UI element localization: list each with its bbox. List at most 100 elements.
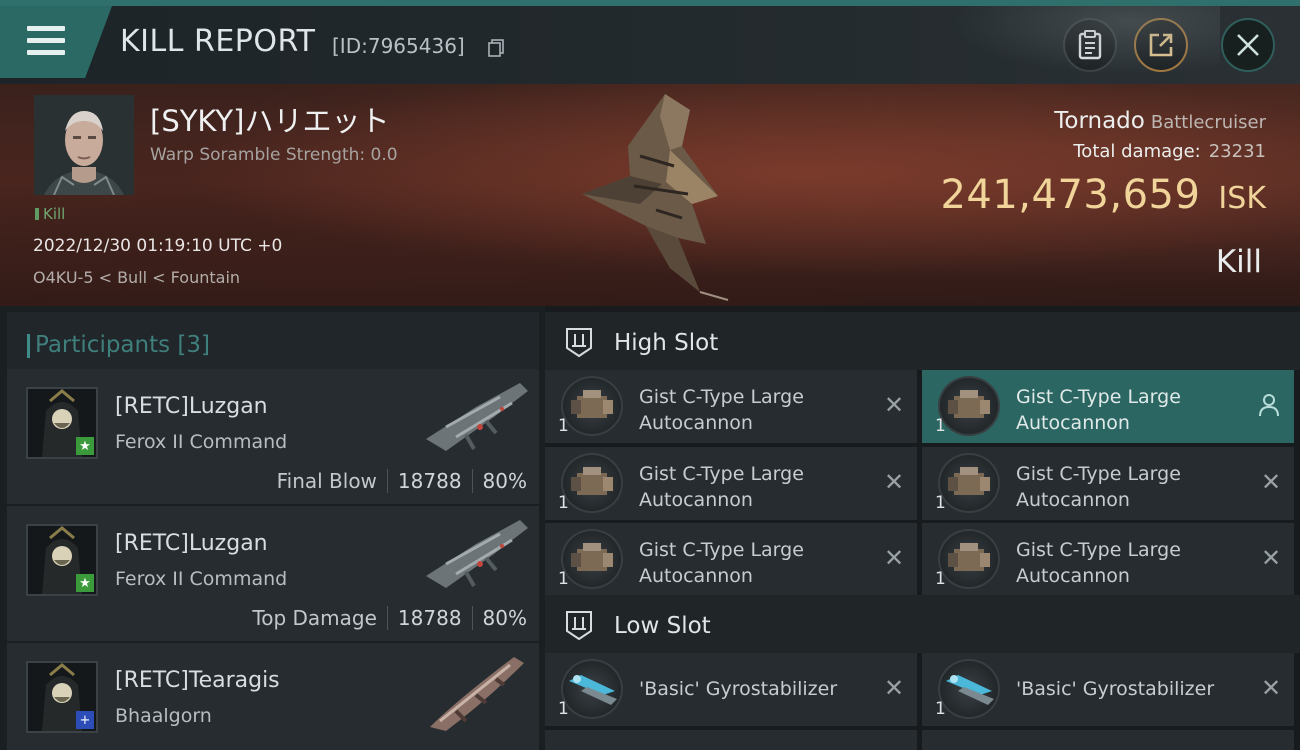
participant-ship: Bhaalgorn [115, 705, 212, 727]
module-name: Gist C-Type Large Autocannon [1016, 384, 1246, 436]
destroyed-x-icon: ✕ [883, 674, 905, 702]
module-item[interactable]: 1 Gist C-Type Large Autocannon ✕ [545, 370, 917, 443]
module-name: Gist C-Type Large Autocannon [1016, 537, 1246, 589]
module-name-line1: Gist C-Type Large [1016, 386, 1181, 408]
report-id: [ID:7965436] [332, 34, 465, 58]
module-name: 'Basic' Gyrostabilizer [1016, 678, 1215, 700]
participant-name: [RETC]Luzgan [115, 531, 268, 556]
module-quantity: 1 [935, 699, 946, 719]
person-icon [1259, 394, 1279, 417]
window-header: KILL REPORT [ID:7965436] [0, 6, 1300, 84]
share-button[interactable] [1134, 18, 1188, 72]
victim-pilot-name[interactable]: [SYKY]ハリエット [150, 98, 389, 140]
participants-count: [3] [177, 332, 211, 358]
page-title: KILL REPORT [120, 24, 316, 59]
participant-ship-image [426, 383, 528, 451]
pilot-portrait-image [34, 95, 134, 195]
participant-stats: Top Damage 18788 80% [252, 606, 527, 630]
module-item[interactable]: 1 Gist C-Type Large Autocannon ✕ [545, 447, 917, 520]
victim-ship-image [582, 94, 729, 301]
fitting-panel: High Slot 1 Gist C-Type Large Autocannon … [545, 306, 1300, 750]
module-quantity: 1 [935, 493, 946, 513]
module-name: 'Basic' Gyrostabilizer [639, 678, 838, 700]
participant-avatar: + [26, 661, 98, 733]
module-name-line2: Autocannon [1016, 412, 1130, 434]
gyrostabilizer-icon [938, 659, 1000, 719]
module-name-line2: Autocannon [1016, 565, 1130, 587]
participant-ship-image [426, 520, 528, 588]
victim-ship[interactable]: Tornado Battlecruiser [1054, 108, 1266, 134]
clipboard-button[interactable] [1063, 18, 1117, 72]
destroyed-x-icon: ✕ [1260, 468, 1282, 496]
module-name: Gist C-Type Large Autocannon [639, 384, 869, 436]
result-label: Kill [1215, 244, 1262, 280]
destroyed-x-icon: ✕ [1260, 674, 1282, 702]
module-quantity: 1 [558, 416, 569, 436]
module-name: Gist C-Type Large Autocannon [639, 537, 869, 589]
participant-row[interactable]: ★ [RETC]Luzgan Ferox II Command Final Bl… [7, 369, 539, 504]
module-item[interactable]: 1 Gist C-Type Large Autocannon ✕ [922, 447, 1294, 520]
participants-title-label: Participants [35, 332, 171, 358]
standing-badge: + [76, 711, 94, 729]
module-item[interactable]: 1 'Basic' Gyrostabilizer ✕ [545, 653, 917, 726]
module-name-line1: Gist C-Type Large [639, 539, 804, 561]
copy-icon[interactable] [488, 39, 504, 57]
share-external-icon [1149, 33, 1173, 57]
kill-tag-label: Kill [43, 205, 66, 223]
participants-title: Participants [3] [26, 332, 211, 358]
total-damage-label: Total damage: [1073, 141, 1201, 162]
autocannon-icon [938, 376, 1000, 436]
menu-button[interactable] [0, 6, 112, 78]
participant-name: [RETC]Luzgan [115, 394, 268, 419]
module-name: Gist C-Type Large Autocannon [639, 461, 869, 513]
module-name: Gist C-Type Large Autocannon [1016, 461, 1246, 513]
module-quantity: 1 [935, 569, 946, 589]
participant-ship: Ferox II Command [115, 431, 288, 453]
module-item[interactable]: 1 Gist C-Type Large Autocannon ✕ [922, 523, 1294, 596]
low-slot-icon [566, 611, 592, 641]
kill-tag: Kill [35, 205, 65, 223]
module-item[interactable]: 1 'Basic' Gyrostabilizer ✕ [922, 653, 1294, 726]
participants-panel: Participants [3] ★ [RETC]Luzgan Ferox II… [0, 306, 545, 750]
stat-divider [471, 469, 473, 493]
autocannon-icon [561, 453, 623, 513]
participant-row[interactable]: ★ [RETC]Luzgan Ferox II Command Top Dama… [7, 506, 539, 641]
autocannon-icon [938, 453, 1000, 513]
stat-divider [386, 469, 388, 493]
victim-portrait[interactable] [34, 95, 134, 195]
kill-location[interactable]: O4KU-5 < Bull < Fountain [33, 268, 240, 287]
victim-banner: [SYKY]ハリエット Warp Soramble Strength: 0.0 … [0, 84, 1300, 306]
module-quantity: 1 [558, 493, 569, 513]
low-slot-title: Low Slot [614, 613, 711, 639]
autocannon-icon [561, 529, 623, 589]
participant-ship-image [430, 657, 524, 731]
participant-ship: Ferox II Command [115, 568, 288, 590]
participant-stats: Final Blow 18788 80% [277, 469, 527, 493]
destroyed-x-icon: ✕ [1260, 544, 1282, 572]
module-name-line2: Autocannon [639, 565, 753, 587]
module-item-selected[interactable]: 1 Gist C-Type Large Autocannon [922, 370, 1294, 443]
module-name-line2: Autocannon [1016, 489, 1130, 511]
stat-divider [471, 606, 473, 630]
participant-role-label: Final Blow [276, 469, 377, 493]
kill-marker-icon [35, 208, 39, 220]
high-slot-icon [566, 328, 592, 358]
module-quantity: 1 [935, 416, 946, 436]
module-item[interactable] [922, 730, 1294, 750]
total-damage-value: 23231 [1208, 141, 1266, 162]
total-damage: Total damage: 23231 [1073, 141, 1266, 162]
module-name-line2: Autocannon [639, 489, 753, 511]
high-slot-title: High Slot [614, 330, 719, 356]
stat-divider [386, 606, 388, 630]
module-name-line2: Autocannon [639, 412, 753, 434]
close-button[interactable] [1221, 18, 1275, 72]
module-name-line1: Gist C-Type Large [639, 463, 804, 485]
isk-value: 241,473,659 ISK [940, 172, 1266, 218]
participant-damage-percent: 80% [482, 469, 527, 493]
participant-role-label: Top Damage [252, 606, 377, 630]
participant-row[interactable]: + [RETC]Tearagis Bhaalgorn [7, 643, 539, 750]
module-item[interactable] [545, 730, 917, 750]
module-item[interactable]: 1 Gist C-Type Large Autocannon ✕ [545, 523, 917, 596]
participants-header: Participants [3] [7, 312, 539, 370]
victim-ship-name: Tornado [1054, 108, 1145, 134]
